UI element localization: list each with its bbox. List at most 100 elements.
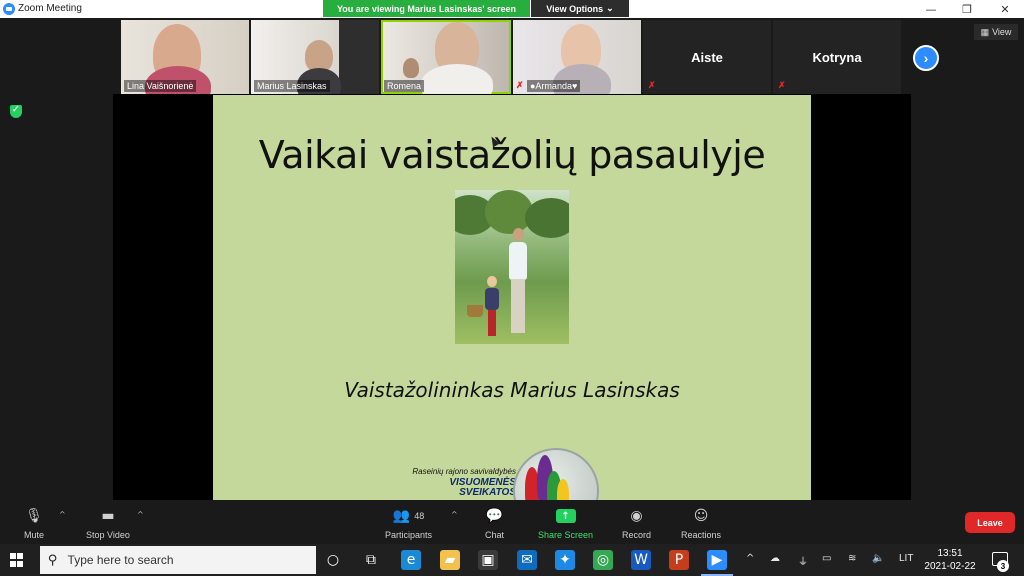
taskbar-clock[interactable]: 13:51 2021-02-22 xyxy=(918,547,982,573)
viewing-screen-banner: You are viewing Marius Lasinskas' screen xyxy=(323,0,530,17)
photo-man xyxy=(511,279,525,333)
chat-icon: 💬 xyxy=(485,508,504,524)
participants-count: 48 xyxy=(414,511,425,521)
battery-icon[interactable]: ▭ xyxy=(822,553,831,564)
video-options-caret[interactable]: ^ xyxy=(137,510,144,519)
photo-man xyxy=(509,242,527,280)
word-icon[interactable]: W xyxy=(631,550,651,570)
photo-girl xyxy=(487,276,497,287)
chrome-icon[interactable]: ◎ xyxy=(593,550,613,570)
meeting-toolbar: 🎙 Mute ^ ▬ Stop Video ^ 👥 48 Participant… xyxy=(0,500,1024,544)
mute-button[interactable]: 🎙 Mute xyxy=(24,506,44,540)
leave-button[interactable]: Leave xyxy=(965,512,1015,533)
clock-time: 13:51 xyxy=(937,548,963,559)
slide-title: Vaikai vaistažolių pasaulyje xyxy=(258,133,766,177)
search-icon: ⚲ xyxy=(48,552,58,568)
share-screen-icon: ↑ xyxy=(555,509,576,523)
video-tile[interactable]: ●Armanda♥ ✗ xyxy=(513,20,641,94)
notification-count-badge: 3 xyxy=(997,560,1009,572)
mute-label: Mute xyxy=(24,530,45,540)
participant-video xyxy=(403,58,419,78)
language-indicator[interactable]: LIT xyxy=(899,553,913,564)
restore-button[interactable]: ❐ xyxy=(949,0,985,18)
cortana-icon[interactable]: ○ xyxy=(323,550,343,570)
photo-girl xyxy=(488,310,496,336)
record-label: Record xyxy=(622,530,652,540)
mail-icon[interactable]: ✉ xyxy=(517,550,537,570)
windows-taskbar: ⚲ Type here to search ○ ⧉ e ▰ ▣ ✉ ✦ ◎ W P ▶ ^ ☁ ⏚… xyxy=(0,544,1024,576)
reactions-label: Reactions xyxy=(681,530,722,540)
microphone-icon: 🎙 xyxy=(25,508,43,524)
view-options-button[interactable]: View Options ⌄ xyxy=(531,0,629,17)
logo-line-3-text: SVEIKATOS xyxy=(459,487,516,498)
stop-video-label: Stop Video xyxy=(86,530,130,540)
view-button[interactable]: ▦ View xyxy=(974,24,1018,40)
logo-line-2: VISUOMENĖS SVEIKATOS xyxy=(388,478,516,498)
stop-video-button[interactable]: ▬ Stop Video xyxy=(86,506,130,540)
logo-line-1: Raseinių rajono savivaldybės xyxy=(412,467,516,476)
wifi-icon[interactable]: ≋ xyxy=(848,553,856,564)
taskbar-search-input[interactable]: ⚲ Type here to search xyxy=(40,546,316,574)
participant-name: Marius Lasinskas xyxy=(254,80,330,92)
record-icon: ◉ xyxy=(630,508,643,524)
close-button[interactable]: ✕ xyxy=(987,0,1023,18)
participants-label: Participants xyxy=(385,530,433,540)
minimize-button[interactable]: — xyxy=(913,0,949,18)
safari-icon[interactable]: ✦ xyxy=(555,550,575,570)
chevron-right-icon: › xyxy=(923,50,929,66)
slide-photo xyxy=(455,190,569,344)
clock-date: 2021-02-22 xyxy=(924,561,976,572)
participants-icon: 👥 48 xyxy=(393,506,424,526)
windows-start-icon[interactable] xyxy=(10,553,24,567)
reactions-button[interactable]: ☺ Reactions xyxy=(681,506,721,540)
photo-man xyxy=(513,228,524,241)
zoom-icon[interactable]: ▶ xyxy=(701,550,733,576)
video-camera-icon: ▬ xyxy=(101,508,115,524)
edge-icon[interactable]: e xyxy=(401,550,421,570)
usb-icon[interactable]: ⏚ xyxy=(798,553,808,568)
participants-options-caret[interactable]: ^ xyxy=(451,510,458,519)
window-title: Zoom Meeting xyxy=(18,3,82,14)
photo-tree xyxy=(525,198,569,238)
chat-label: Chat xyxy=(485,530,505,540)
share-screen-button[interactable]: ↑ Share Screen xyxy=(538,506,593,540)
powerpoint-icon[interactable]: P xyxy=(669,550,689,570)
security-shield-icon[interactable] xyxy=(10,104,22,118)
store-icon[interactable]: ▣ xyxy=(478,550,498,570)
participants-button[interactable]: 👥 48 Participants xyxy=(385,506,432,540)
zoom-meeting-window: Zoom Meeting — ❐ ✕ You are viewing Mariu… xyxy=(0,0,1024,576)
file-explorer-icon[interactable]: ▰ xyxy=(440,550,460,570)
view-options-label: View Options xyxy=(546,3,604,14)
video-tile-active-speaker[interactable]: Romena xyxy=(381,20,511,94)
record-button[interactable]: ◉ Record xyxy=(622,506,651,540)
tray-chevron-icon[interactable]: ^ xyxy=(746,553,754,564)
participant-name-tile[interactable]: Aiste ✗ xyxy=(643,20,771,94)
photo-girl xyxy=(485,288,499,310)
meeting-area: Lina Vaišnorienė Marius Lasinskas Romena… xyxy=(0,18,1024,500)
participant-name: Romena xyxy=(384,80,425,92)
participant-video xyxy=(421,64,493,94)
view-label: View xyxy=(992,27,1012,37)
next-page-button[interactable]: › xyxy=(913,45,939,71)
onedrive-icon[interactable]: ☁ xyxy=(770,553,780,564)
search-placeholder: Type here to search xyxy=(67,553,174,567)
participant-name-tile[interactable]: Kotryna ✗ xyxy=(773,20,901,94)
zoom-app-icon xyxy=(3,3,15,15)
people-icon: 👥 xyxy=(392,508,411,524)
task-view-icon[interactable]: ⧉ xyxy=(361,550,381,570)
share-screen-label: Share Screen xyxy=(538,530,594,540)
video-tile[interactable]: Lina Vaišnorienė xyxy=(121,20,249,94)
muted-mic-icon: ✗ xyxy=(516,80,524,90)
photo-basket xyxy=(467,305,483,317)
muted-mic-icon: ✗ xyxy=(648,80,656,90)
presentation-slide: Vaikai vaistažolių pasaulyje Vaistažolin… xyxy=(213,95,811,500)
volume-icon[interactable]: 🔈 xyxy=(872,553,884,564)
audio-options-caret[interactable]: ^ xyxy=(59,510,66,519)
smiley-icon: ☺ xyxy=(693,508,709,524)
chevron-down-icon: ⌄ xyxy=(606,3,614,13)
video-tile[interactable]: Marius Lasinskas xyxy=(251,20,379,94)
chat-button[interactable]: 💬 Chat xyxy=(485,506,504,540)
slide-subtitle: Vaistažolininkas Marius Lasinskas xyxy=(344,378,680,402)
grid-icon: ▦ xyxy=(980,26,990,37)
muted-mic-icon: ✗ xyxy=(778,80,786,90)
